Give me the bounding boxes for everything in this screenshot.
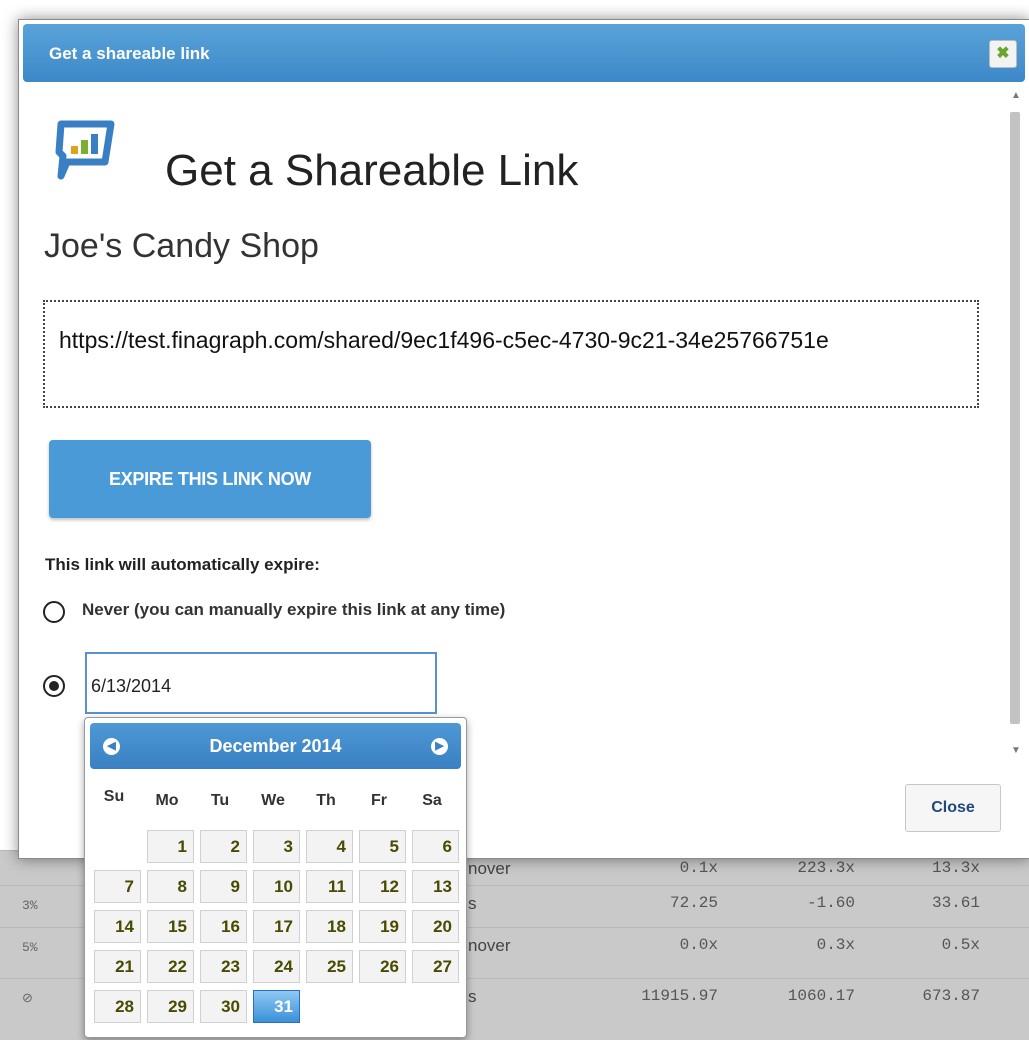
row-value: 0.5x <box>941 936 980 954</box>
calendar-day[interactable]: 12 <box>359 870 406 903</box>
expire-date-input[interactable]: 6/13/2014 <box>85 652 437 714</box>
shareable-url-box[interactable]: https://test.finagraph.com/shared/9ec1f4… <box>43 300 979 408</box>
calendar-day[interactable]: 15 <box>147 910 194 943</box>
calendar-day[interactable]: 10 <box>253 870 300 903</box>
row-left-cell: 5% <box>22 940 38 955</box>
calendar-day[interactable]: 6 <box>412 830 459 863</box>
row-label: nover <box>468 859 511 878</box>
calendar-month-label: December 2014 <box>209 736 342 756</box>
scroll-up-arrow-icon[interactable]: ▲ <box>1011 90 1021 101</box>
row-value: 11915.97 <box>641 987 718 1005</box>
row-value: 0.3x <box>816 936 855 954</box>
weekday-header: Sa <box>422 792 442 809</box>
calendar-day[interactable]: 26 <box>359 950 406 983</box>
calendar-day[interactable]: 17 <box>253 910 300 943</box>
calendar-day[interactable]: 25 <box>306 950 353 983</box>
row-value: 673.87 <box>922 987 980 1005</box>
row-value: 0.1x <box>679 859 718 877</box>
row-label: s <box>468 987 477 1006</box>
close-button[interactable]: Close <box>905 784 1001 832</box>
calendar-day[interactable]: 2 <box>200 830 247 863</box>
date-radio[interactable] <box>43 675 65 697</box>
calendar-day[interactable]: 23 <box>200 950 247 983</box>
calendar-day-selected[interactable]: 31 <box>253 990 300 1023</box>
calendar-day[interactable]: 4 <box>306 830 353 863</box>
weekday-header: Fr <box>371 792 387 809</box>
calendar-day[interactable]: 13 <box>412 870 459 903</box>
row-value: 1060.17 <box>787 987 855 1005</box>
weekday-header: We <box>261 792 285 809</box>
calendar-day[interactable]: 28 <box>94 990 141 1023</box>
scroll-down-arrow-icon[interactable]: ▼ <box>1011 745 1021 756</box>
next-month-icon[interactable]: ▶ <box>431 738 448 755</box>
never-radio[interactable] <box>43 601 65 623</box>
never-option-label[interactable]: Never (you can manually expire this link… <box>82 600 505 620</box>
calendar-day[interactable]: 22 <box>147 950 194 983</box>
page-title: Get a Shareable Link <box>165 146 579 195</box>
row-value: 13.3x <box>931 859 980 877</box>
calendar-day[interactable]: 29 <box>147 990 194 1023</box>
calendar-day[interactable]: 19 <box>359 910 406 943</box>
weekday-header: Mo <box>155 792 179 809</box>
radio-selected-dot <box>49 681 59 691</box>
row-value: 223.3x <box>797 859 855 877</box>
weekday-header: Tu <box>210 792 230 809</box>
row-label: s <box>468 894 477 913</box>
row-left-cell: 3% <box>22 898 38 913</box>
finagraph-logo-icon <box>55 120 115 180</box>
row-value: 72.25 <box>669 894 718 912</box>
weekday-header: Su <box>103 788 125 805</box>
calendar-day[interactable]: 5 <box>359 830 406 863</box>
scroll-thumb[interactable] <box>1010 112 1020 724</box>
dialog-scrollbar[interactable]: ▲ ▼ <box>1007 90 1023 756</box>
row-value: 33.61 <box>931 894 980 912</box>
calendar-day[interactable]: 27 <box>412 950 459 983</box>
calendar-day[interactable]: 11 <box>306 870 353 903</box>
calendar-day[interactable]: 21 <box>94 950 141 983</box>
calendar-day[interactable]: 9 <box>200 870 247 903</box>
row-value: -1.60 <box>806 894 855 912</box>
calendar-day[interactable]: 24 <box>253 950 300 983</box>
row-left-cell: ⊘ <box>22 991 33 1006</box>
calendar-day[interactable]: 30 <box>200 990 247 1023</box>
calendar-day[interactable]: 8 <box>147 870 194 903</box>
calendar-day[interactable]: 7 <box>94 870 141 903</box>
calendar-day[interactable]: 16 <box>200 910 247 943</box>
expire-link-button[interactable]: EXPIRE THIS LINK NOW <box>49 440 371 518</box>
calendar-day[interactable]: 20 <box>412 910 459 943</box>
calendar-day[interactable]: 18 <box>306 910 353 943</box>
expire-label: This link will automatically expire: <box>45 555 320 574</box>
calendar-day[interactable]: 3 <box>253 830 300 863</box>
datepicker-calendar: ◀ December 2014 ▶ Su Mo Tu We Th Fr Sa 1234567… <box>84 717 467 1038</box>
shop-name: Joe's Candy Shop <box>44 227 319 265</box>
weekday-header: Th <box>316 792 336 809</box>
calendar-header: ◀ December 2014 ▶ <box>90 723 461 769</box>
dialog-title: Get a shareable link <box>49 44 210 63</box>
dialog-titlebar[interactable]: Get a shareable link ✖ <box>23 24 1025 82</box>
close-icon[interactable]: ✖ <box>989 40 1017 68</box>
calendar-day[interactable]: 14 <box>94 910 141 943</box>
row-label: nover <box>468 936 511 955</box>
row-value: 0.0x <box>679 936 718 954</box>
calendar-day[interactable]: 1 <box>147 830 194 863</box>
